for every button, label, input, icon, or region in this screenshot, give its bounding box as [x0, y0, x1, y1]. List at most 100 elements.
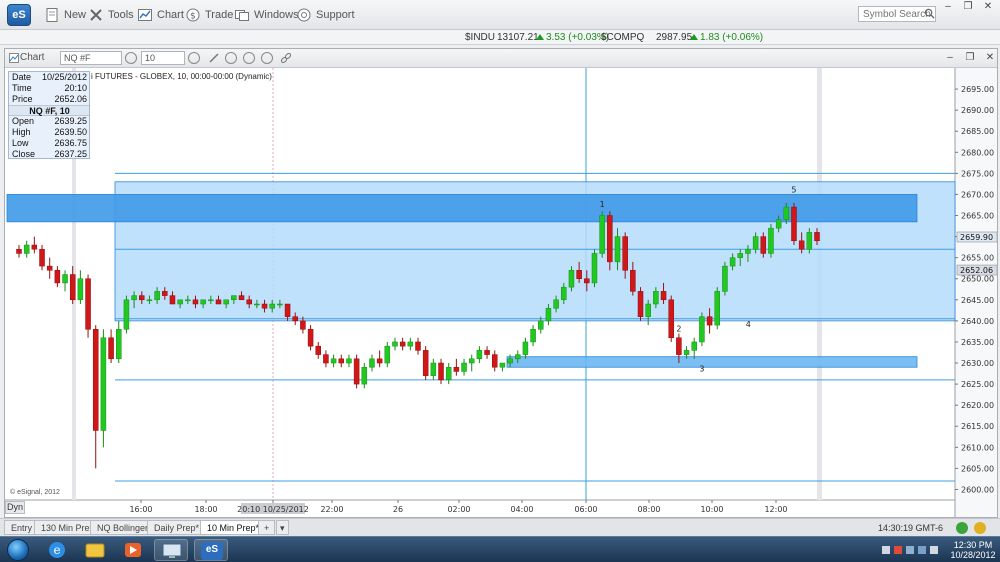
check-icon[interactable]	[225, 52, 237, 64]
time-tick-label: 20:10 10/25/2012	[237, 505, 309, 514]
candle-body	[215, 299, 222, 305]
candle-body	[476, 350, 483, 360]
add-tab-button[interactable]: +	[258, 520, 276, 535]
close-button[interactable]: ✕	[978, 1, 998, 13]
support-label: Support	[316, 9, 355, 21]
candle-body	[131, 295, 137, 301]
chart-toolbar: Chart NQ #F 10 – ❐ ✕	[5, 49, 997, 68]
chart-minimize-button[interactable]: –	[940, 52, 960, 64]
dynamic-button[interactable]: Dyn	[5, 501, 25, 514]
browser-taskbar-button[interactable]: e	[40, 539, 74, 561]
svg-text:e: e	[53, 543, 60, 557]
minimize-button[interactable]: –	[938, 1, 958, 13]
candle-body	[545, 307, 552, 322]
candle-body	[791, 206, 797, 242]
chart-button[interactable]: Chart	[137, 6, 184, 24]
candle-body	[246, 299, 252, 305]
symbol-input[interactable]: NQ #F	[60, 51, 122, 65]
time-tick-label: 10:00	[700, 505, 723, 514]
tray-clock[interactable]: 12:30 PM 10/28/2012	[950, 540, 996, 560]
price-tag-label: 2659.90	[960, 233, 993, 242]
candle-body	[154, 291, 160, 301]
tools-button[interactable]: Tools	[88, 6, 134, 24]
tab-nq-bollinger[interactable]: NQ Bollinger	[90, 520, 156, 535]
candle-body	[46, 265, 53, 271]
pencil-icon[interactable]	[208, 52, 220, 64]
tab-menu-button[interactable]: ▾	[276, 520, 289, 535]
chart-area[interactable]: 1 2 3 4 5 2600.00 2605.00 2610.00 2615.00 2620.00…	[5, 68, 997, 517]
dw-time-row: Time 20:10	[12, 83, 87, 93]
candle-body	[568, 270, 575, 288]
price-chart[interactable]: 1 2 3 4 5 2600.00 2605.00 2610.00 2615.00 2620.00…	[5, 68, 997, 517]
price-tick-label: 2690.00	[961, 106, 994, 115]
tab-10-min-prep[interactable]: 10 Min Prep*	[200, 520, 267, 535]
time-tick-label: 08:00	[637, 505, 660, 514]
time-tick-label: 22:00	[320, 505, 343, 514]
alert-status-icon[interactable]	[974, 522, 986, 534]
candle-body	[814, 232, 820, 242]
candle-body	[146, 299, 153, 302]
candle-body	[200, 299, 206, 305]
app-logo[interactable]: eS	[7, 4, 31, 26]
candle-body	[553, 299, 559, 309]
data-window: Date 10/25/2012 Time 20:10 Price 2652.06 NQ…	[8, 71, 90, 159]
draw-tool-icon[interactable]	[243, 52, 255, 64]
price-tick-label: 2645.00	[961, 296, 994, 305]
candle-body	[461, 362, 467, 372]
link-icon[interactable]	[125, 52, 137, 64]
candle-body	[162, 291, 168, 296]
connection-status-icon[interactable]	[956, 522, 968, 534]
restore-button[interactable]: ❐	[958, 1, 978, 13]
wave-label: 5	[791, 185, 796, 194]
support-icon	[297, 8, 311, 22]
candle-body	[729, 257, 736, 267]
system-tray-icons[interactable]	[880, 543, 946, 557]
price-tick-label: 2630.00	[961, 359, 994, 368]
desktop-taskbar-button[interactable]	[154, 539, 188, 561]
candle-body	[323, 354, 329, 364]
candle-body	[507, 358, 513, 364]
windows-button[interactable]: Windows	[234, 6, 299, 24]
candle-body	[499, 362, 506, 368]
candle-body	[561, 286, 567, 301]
new-label: New	[64, 9, 87, 21]
candle-body	[722, 265, 728, 292]
dw-high-row: High 2639.50	[12, 127, 87, 137]
candle-body	[622, 236, 628, 271]
chain-link-icon[interactable]	[280, 52, 292, 64]
candle-body	[92, 329, 99, 431]
chart-restore-button[interactable]: ❐	[960, 52, 980, 64]
explorer-taskbar-button[interactable]	[78, 539, 112, 561]
new-page-icon	[46, 8, 58, 22]
support-button[interactable]: Support	[296, 6, 355, 24]
trade-button[interactable]: $ Trade	[185, 6, 233, 24]
candle-body	[192, 299, 199, 305]
wave-label: 4	[746, 320, 751, 329]
dw-low-row: Low 2636.75	[12, 138, 87, 148]
candle-body	[760, 236, 767, 254]
candle-body	[177, 299, 183, 305]
media-taskbar-button[interactable]	[116, 539, 150, 561]
tab-daily-prep[interactable]: Daily Prep*	[147, 520, 207, 535]
candle-body	[208, 299, 214, 302]
start-button[interactable]	[7, 539, 29, 561]
new-button[interactable]: New	[44, 6, 86, 24]
chart-close-button[interactable]: ✕	[980, 52, 1000, 64]
candle-body	[422, 350, 429, 376]
windows-taskbar: e eS 12:30 PM 10/28/2012	[0, 536, 1000, 562]
trade-icon: $	[186, 8, 200, 22]
browser-icon: e	[49, 542, 65, 558]
search-icon[interactable]	[924, 8, 935, 19]
clock-icon[interactable]	[188, 52, 200, 64]
candle-body	[39, 248, 45, 267]
compq-price: 2987.95	[656, 32, 693, 43]
candle-body	[491, 354, 498, 368]
cursor-icon[interactable]	[261, 52, 273, 64]
esignal-taskbar-button[interactable]: eS	[194, 539, 228, 561]
interval-input[interactable]: 10	[141, 51, 185, 65]
esignal-watermark: © eSignal, 2012	[10, 489, 60, 496]
candle-body	[445, 366, 452, 381]
price-tick-label: 2610.00	[961, 443, 994, 452]
candle-body	[185, 299, 191, 302]
price-tick-label: 2615.00	[961, 422, 994, 431]
